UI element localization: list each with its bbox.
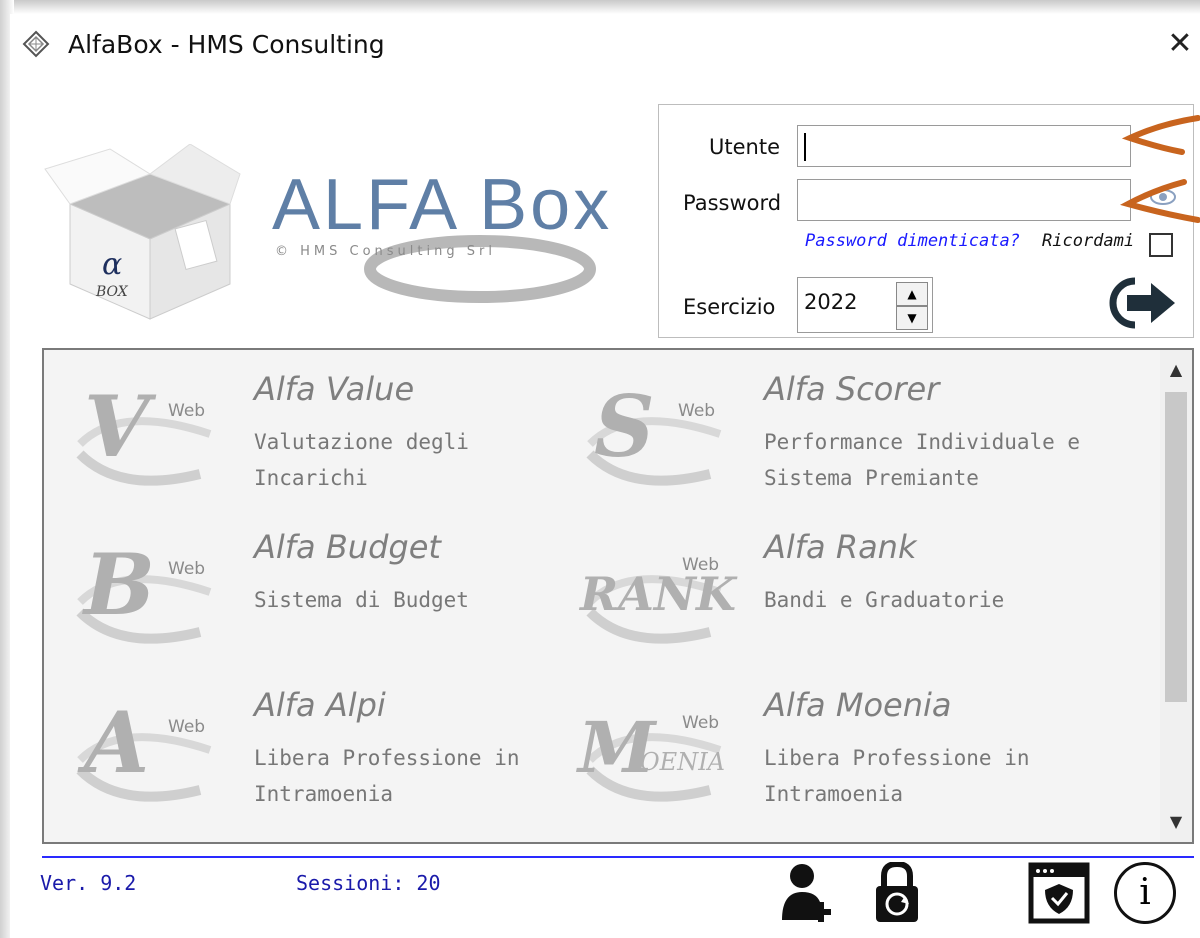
alfa-rank-logo-icon: RANK Web bbox=[578, 555, 738, 644]
app-diamond-icon bbox=[22, 30, 50, 58]
svg-text:Web: Web bbox=[168, 401, 205, 421]
svg-text:A: A bbox=[77, 693, 149, 792]
spinner-up-button[interactable]: ▲ bbox=[896, 282, 928, 306]
alfa-alpi-logo-icon: A Web bbox=[76, 693, 212, 802]
app-name: Alfa Rank bbox=[764, 528, 917, 566]
app-name: Alfa Value bbox=[254, 370, 415, 408]
app-alfa-value[interactable]: V Web Alfa Value Valutazione degli Incar… bbox=[52, 364, 592, 514]
svg-text:RANK: RANK bbox=[578, 567, 738, 621]
app-name: Alfa Scorer bbox=[764, 370, 940, 408]
info-icon[interactable]: i bbox=[1114, 862, 1176, 924]
password-input[interactable] bbox=[797, 179, 1131, 221]
svg-text:Web: Web bbox=[682, 713, 719, 733]
svg-text:Web: Web bbox=[682, 555, 719, 575]
scroll-up-icon[interactable]: ▲ bbox=[1160, 350, 1192, 390]
app-alfa-budget[interactable]: B Web Alfa Budget Sistema di Budget bbox=[52, 522, 592, 672]
year-value[interactable]: 2022 bbox=[804, 290, 857, 314]
app-alfa-moenia[interactable]: M OENIA Web Alfa Moenia Libera Professio… bbox=[562, 680, 1102, 830]
add-user-icon[interactable] bbox=[782, 862, 834, 922]
security-window-icon[interactable] bbox=[1028, 862, 1090, 924]
app-description: Bandi e Graduatorie bbox=[764, 588, 1005, 612]
alfa-value-logo-icon: V Web bbox=[76, 377, 212, 486]
svg-text:BOX: BOX bbox=[95, 284, 129, 300]
sessions-label: Sessioni: 20 bbox=[296, 871, 441, 895]
version-label: Ver. 9.2 bbox=[40, 871, 137, 895]
annotation-arrow-password bbox=[1120, 179, 1200, 223]
alfa-budget-logo-icon: B Web bbox=[76, 535, 212, 644]
login-window: AlfaBox - HMS Consulting ✕ α BOX ALFA Bo… bbox=[10, 14, 1200, 938]
app-alfa-scorer[interactable]: S Web Alfa Scorer Performance Individual… bbox=[562, 364, 1102, 514]
footer-divider bbox=[42, 856, 1194, 858]
svg-text:Web: Web bbox=[168, 717, 205, 737]
spinner-down-button[interactable]: ▼ bbox=[896, 306, 928, 330]
password-label: Password bbox=[683, 191, 782, 215]
annotation-arrow-user bbox=[1121, 115, 1200, 155]
svg-text:Web: Web bbox=[168, 559, 205, 579]
alfabox-box-logo: α BOX bbox=[44, 144, 241, 320]
app-name: Alfa Budget bbox=[254, 528, 441, 566]
scroll-thumb[interactable] bbox=[1165, 392, 1187, 702]
app-description: Sistema di Budget bbox=[254, 588, 469, 612]
forgot-password-link[interactable]: Password dimenticata? bbox=[805, 231, 1020, 251]
app-alfa-alpi[interactable]: A Web Alfa Alpi Libera Professione in In… bbox=[52, 680, 592, 830]
remember-label: Ricordami bbox=[1042, 231, 1135, 251]
logo-swirl bbox=[364, 235, 596, 303]
app-name: Alfa Moenia bbox=[764, 686, 952, 724]
app-description: Libera Professione in Intramoenia bbox=[254, 746, 520, 806]
window-shadow bbox=[0, 0, 1200, 14]
app-name: Alfa Alpi bbox=[254, 686, 386, 724]
logo-copyright: © HMS Consulting Srl bbox=[275, 244, 496, 259]
scroll-down-icon[interactable]: ▼ bbox=[1160, 802, 1192, 842]
alfa-scorer-logo-icon: S Web bbox=[586, 377, 722, 486]
remember-checkbox[interactable] bbox=[1149, 233, 1173, 257]
lock-refresh-icon[interactable] bbox=[872, 862, 922, 924]
svg-text:Web: Web bbox=[678, 401, 715, 421]
alfa-moenia-logo-icon: M OENIA Web bbox=[576, 706, 725, 802]
text-caret bbox=[804, 133, 806, 161]
svg-text:α: α bbox=[102, 247, 122, 282]
close-icon[interactable]: ✕ bbox=[1162, 26, 1198, 62]
svg-text:OENIA: OENIA bbox=[640, 748, 725, 776]
app-alfa-rank[interactable]: RANK Web Alfa Rank Bandi e Graduatorie bbox=[562, 522, 1102, 672]
user-label: Utente bbox=[709, 135, 780, 159]
svg-text:S: S bbox=[594, 377, 655, 476]
apps-list: V Web Alfa Value Valutazione degli Incar… bbox=[42, 348, 1194, 844]
user-input[interactable] bbox=[797, 125, 1131, 167]
svg-text:B: B bbox=[82, 535, 155, 634]
login-arrow-icon[interactable] bbox=[1105, 273, 1185, 333]
window-title: AlfaBox - HMS Consulting bbox=[68, 30, 385, 59]
title-bar: AlfaBox - HMS Consulting ✕ bbox=[10, 14, 1200, 74]
vertical-scrollbar[interactable]: ▲ ▼ bbox=[1160, 350, 1192, 842]
year-label: Esercizio bbox=[683, 295, 776, 319]
app-description: Libera Professione in Intramoenia bbox=[764, 746, 1030, 806]
app-description: Valutazione degli Incarichi bbox=[254, 430, 469, 490]
svg-text:V: V bbox=[84, 377, 157, 476]
year-spinner[interactable]: 2022 ▲ ▼ bbox=[797, 277, 933, 333]
app-description: Performance Individuale e Sistema Premia… bbox=[764, 430, 1081, 490]
